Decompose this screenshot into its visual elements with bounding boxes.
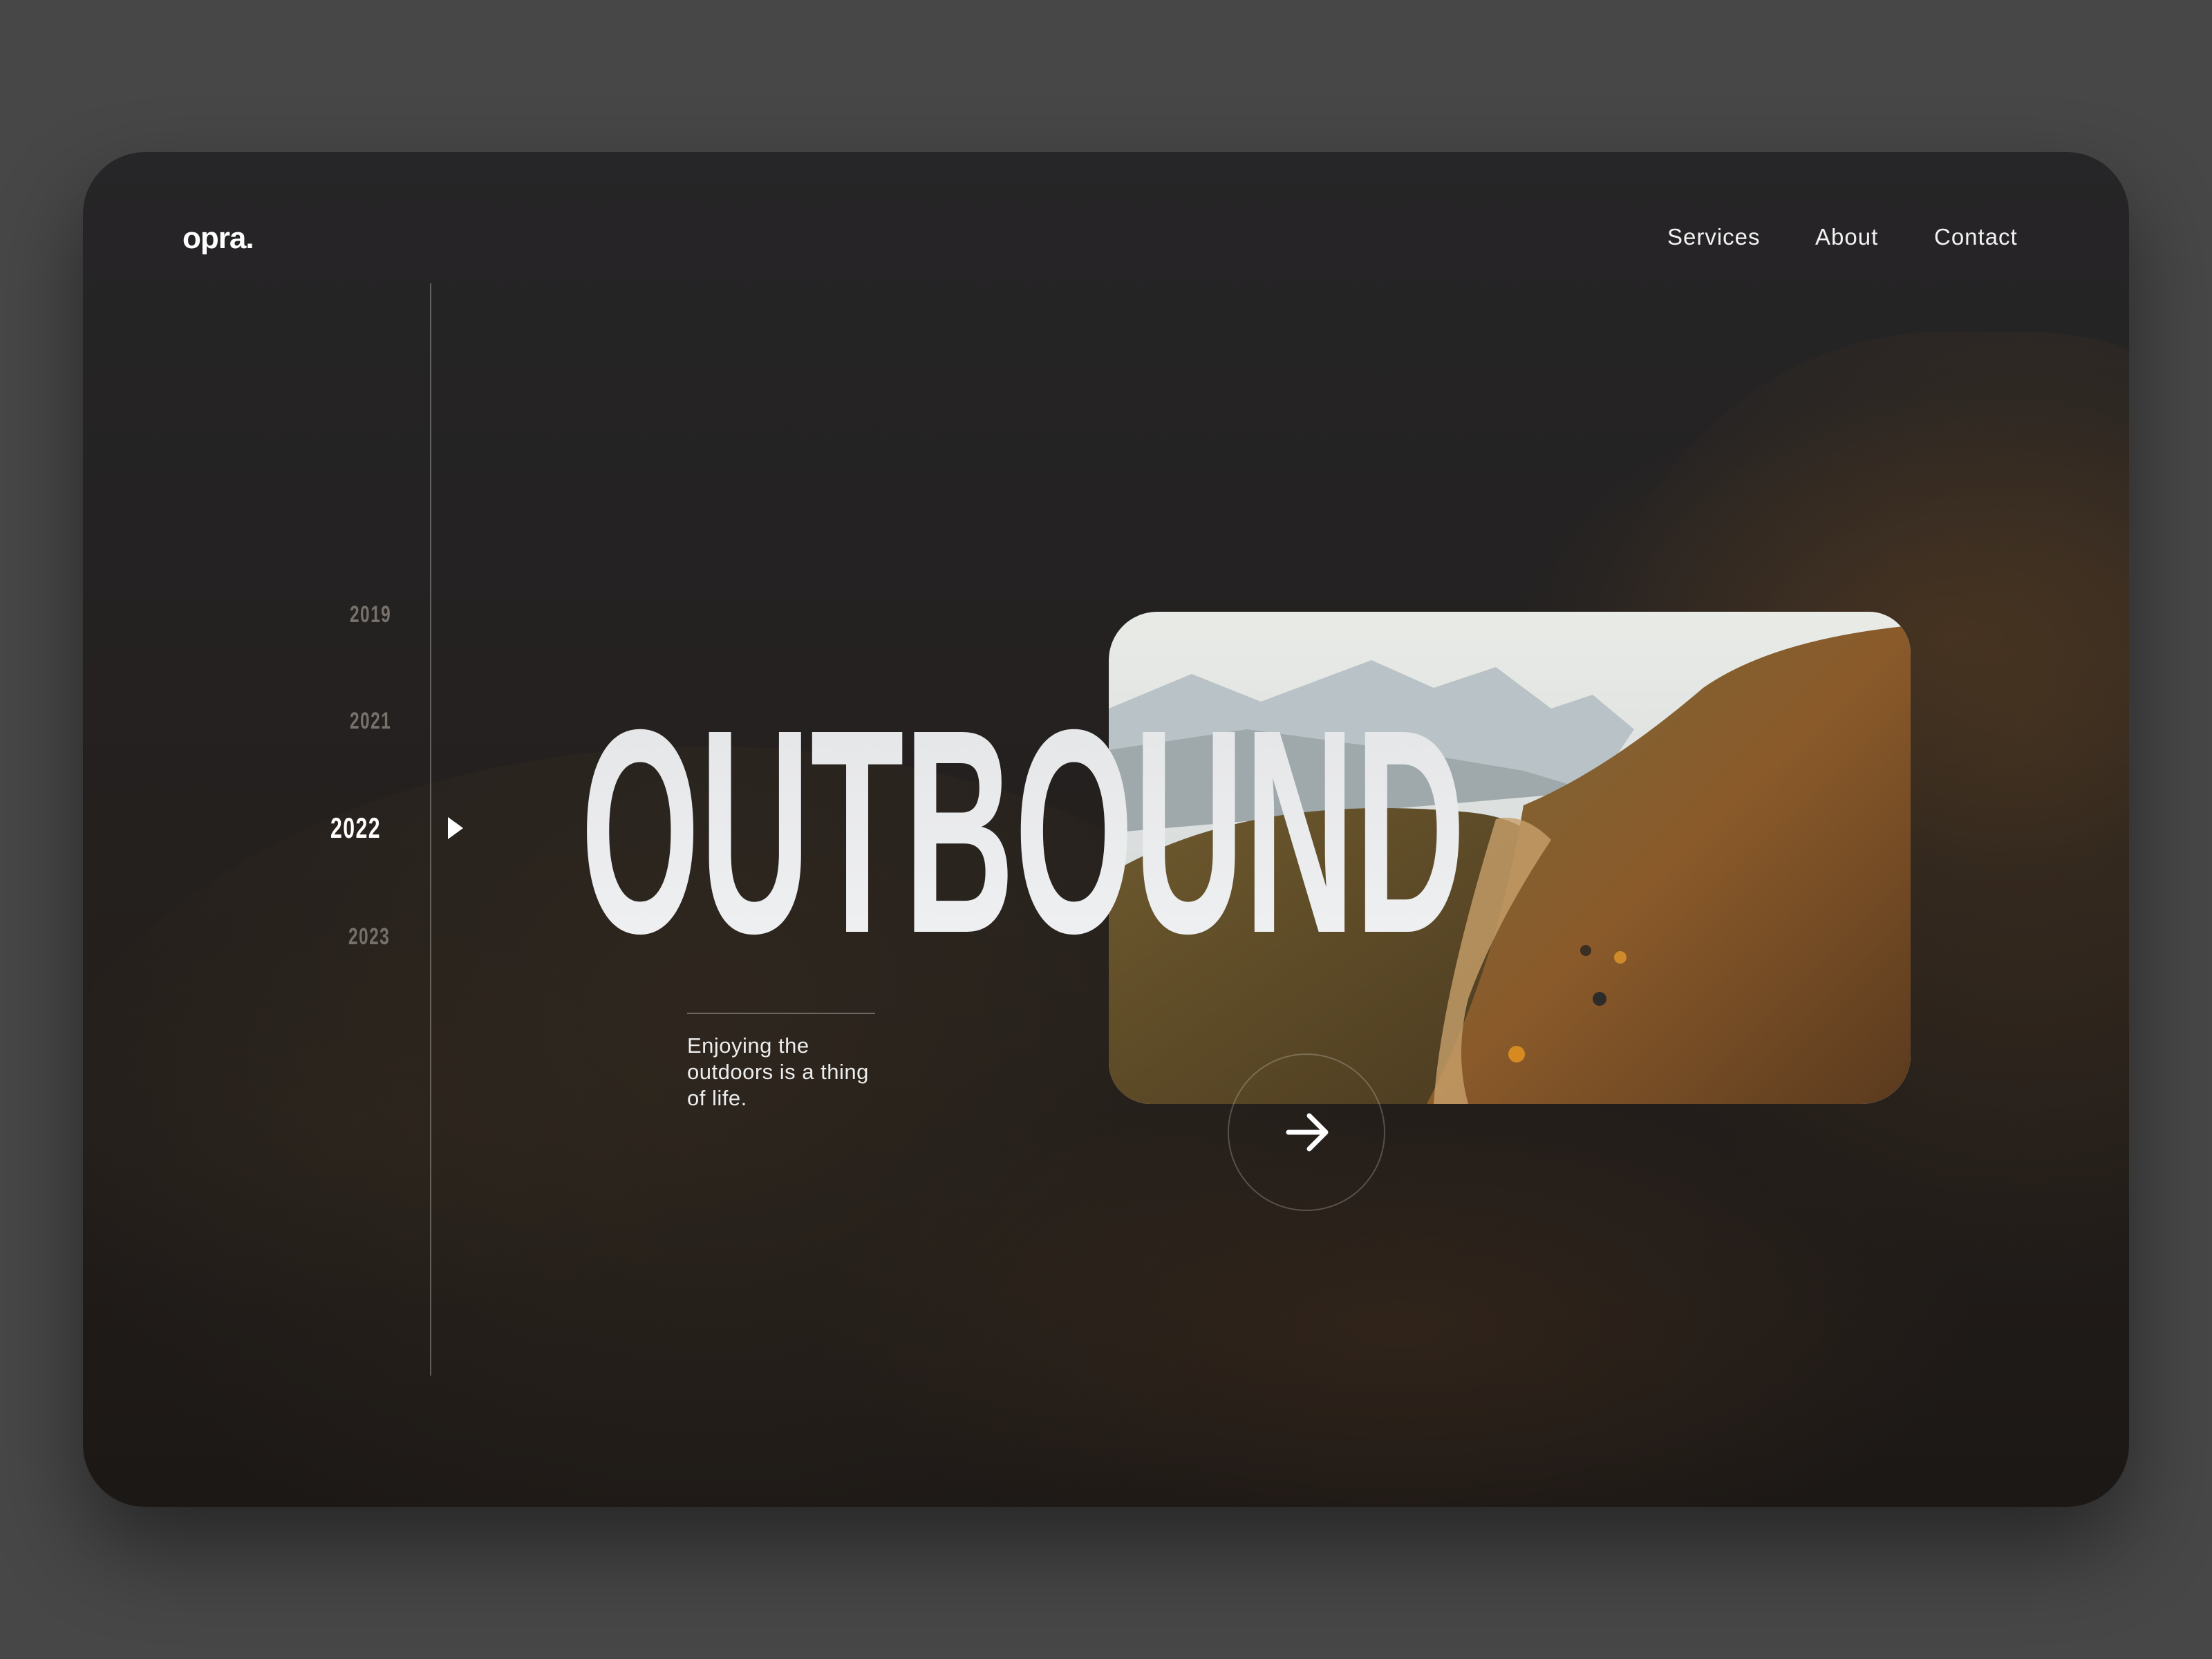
hero-tagline: Enjoying the outdoors is a thing of life… (687, 1033, 908, 1112)
nav-about[interactable]: About (1815, 224, 1878, 250)
tagline-line-1: Enjoying the (687, 1033, 809, 1058)
arrow-right-icon (1286, 1113, 1329, 1152)
timeline-year-2023[interactable]: 2023 (348, 924, 390, 950)
hero-card: opra. Services About Contact 2019 2021 2… (83, 152, 2129, 1507)
hero-headline-wrapper: OUTBOUND (581, 670, 1465, 994)
nav-services[interactable]: Services (1667, 224, 1761, 250)
brand-logo[interactable]: opra. (182, 221, 254, 256)
tagline-line-3: of life. (687, 1086, 747, 1110)
next-slide-button[interactable] (1228, 1053, 1385, 1211)
timeline-line (430, 283, 431, 1376)
timeline-year-2022-active[interactable]: 2022 (330, 812, 381, 845)
timeline-year-2019[interactable]: 2019 (350, 601, 391, 628)
hero-headline: OUTBOUND (581, 670, 1465, 994)
tagline-line-2: outdoors is a thing (687, 1060, 869, 1084)
nav-contact[interactable]: Contact (1934, 224, 2018, 250)
play-triangle-icon (448, 817, 463, 839)
timeline-year-2021[interactable]: 2021 (350, 708, 391, 735)
tagline-rule (687, 1013, 875, 1014)
